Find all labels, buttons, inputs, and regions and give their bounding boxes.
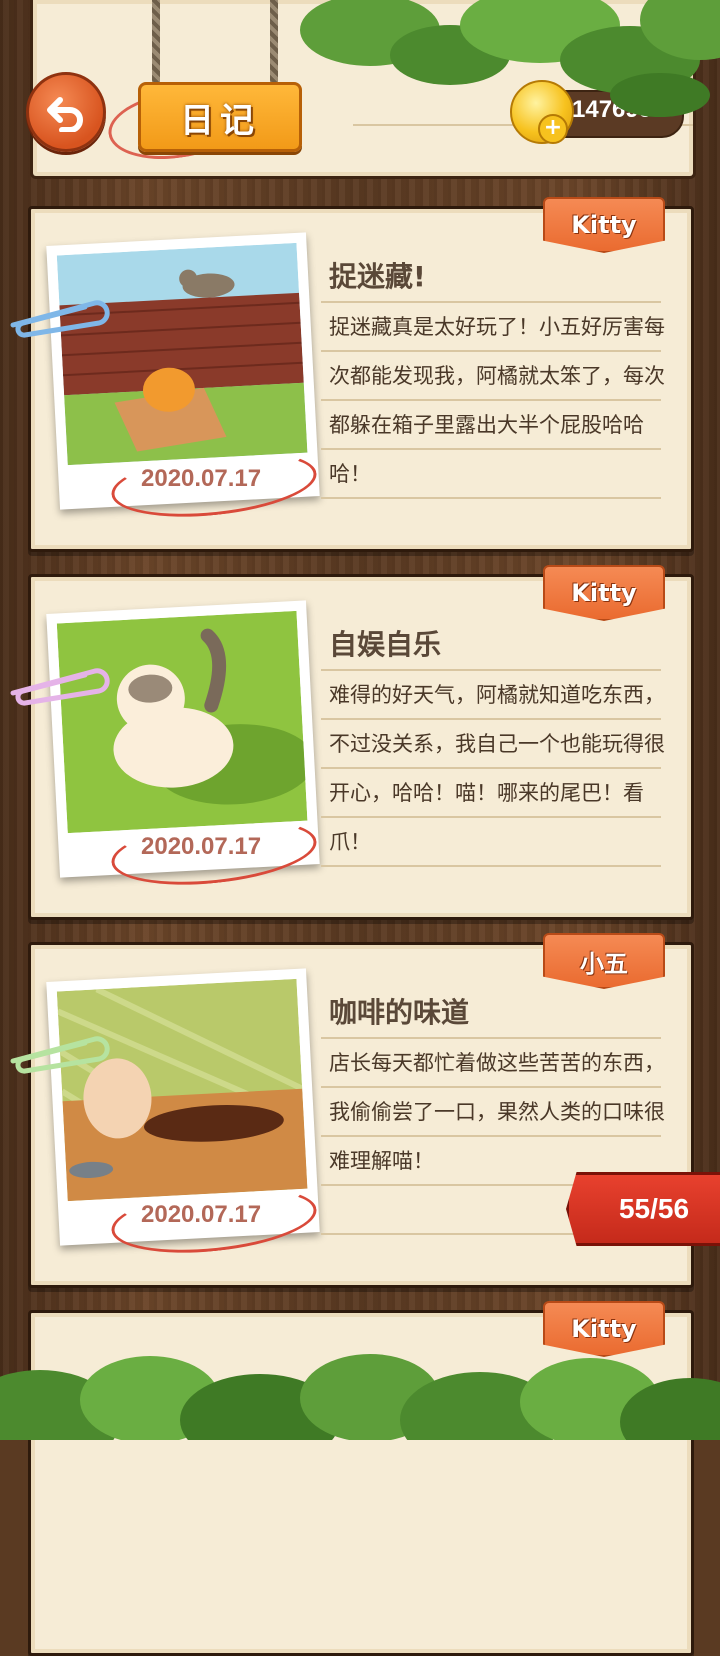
diary-entry[interactable]: 2020.07.17 Kitty 捉迷藏! 捉迷藏真是太好玩了！小五好厉害每次都… bbox=[10, 197, 694, 552]
rope-right bbox=[270, 0, 278, 86]
entry-title: 捉迷藏! bbox=[329, 260, 426, 293]
entry-body: 难得的好天气，阿橘就知道吃东西，不过没关系，我自己一个也能玩得很开心，哈哈！喵！… bbox=[329, 683, 665, 854]
author-tag: 小五 bbox=[543, 933, 665, 989]
entry-title: 咖啡的味道 bbox=[329, 996, 470, 1029]
rope-left bbox=[152, 0, 160, 86]
paperclip-icon bbox=[10, 300, 110, 338]
paperclip-icon bbox=[10, 668, 110, 706]
cat-playing-image bbox=[56, 610, 308, 834]
page-indicator: 55/56 bbox=[566, 1172, 720, 1246]
entry-date: 2020.07.17 bbox=[141, 465, 262, 492]
entry-date: 2020.07.17 bbox=[141, 833, 262, 860]
diary-entry[interactable]: 2020.07.17 Kitty 自娱自乐 难得的好天气，阿橘就知道吃东西，不过… bbox=[10, 565, 694, 920]
entry-title: 自娱自乐 bbox=[329, 628, 442, 661]
entry-date: 2020.07.17 bbox=[141, 1201, 262, 1228]
leaves-decoration-bottom bbox=[0, 1354, 720, 1440]
back-button[interactable] bbox=[26, 72, 106, 152]
entry-body: 店长每天都忙着做这些苦苦的东西，我偷偷尝了一口，果然人类的口味很难理解喵！ bbox=[329, 1051, 665, 1173]
paperclip-icon bbox=[10, 1036, 110, 1074]
cat-in-box-image bbox=[56, 242, 308, 466]
author-tag: Kitty bbox=[543, 565, 665, 621]
leaves-decoration-top bbox=[300, 0, 720, 117]
back-arrow-icon bbox=[47, 97, 83, 132]
page-title: 日记 bbox=[138, 82, 302, 152]
author-tag: Kitty bbox=[543, 197, 665, 253]
entry-body: 捉迷藏真是太好玩了！小五好厉害每次都能发现我，阿橘就太笨了，每次都躲在箱子里露出… bbox=[329, 315, 665, 486]
spilled-coffee-image bbox=[56, 978, 308, 1202]
